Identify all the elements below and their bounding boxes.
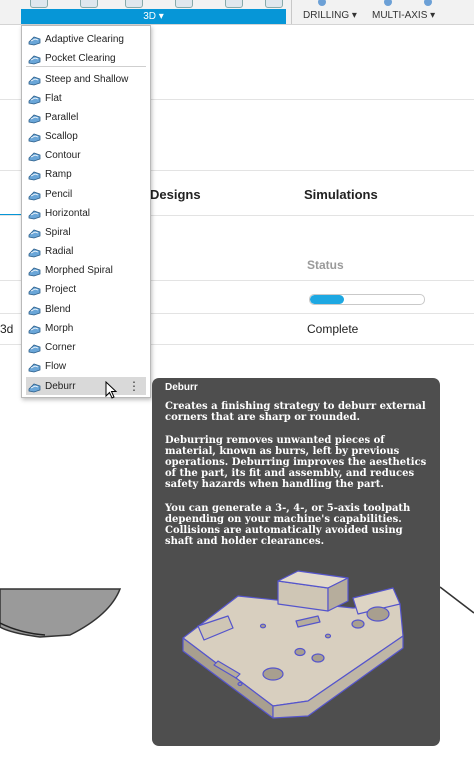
horizontal-icon — [28, 210, 41, 219]
viewport-model-fragment — [0, 588, 122, 638]
menu-item-deburr[interactable]: Deburr ⋮ — [26, 377, 146, 395]
menu-item-label: Pencil — [45, 188, 73, 200]
menu-item-label: Ramp — [45, 168, 72, 180]
menu-item-spiral[interactable]: Spiral — [26, 223, 146, 241]
adaptive-clearing-icon — [28, 36, 41, 45]
pocket-clearing-icon — [28, 55, 41, 64]
milling-3d-menu: Adaptive Clearing Pocket Clearing Steep an… — [21, 25, 151, 398]
tooltip-description: Creates a finishing strategy to deburr e… — [165, 401, 426, 423]
progress-fill — [310, 295, 345, 304]
deburr-tooltip: Deburr Creates a finishing strategy to d… — [152, 378, 440, 746]
menu-item-parallel[interactable]: Parallel — [26, 108, 146, 126]
menu-item-label: Adaptive Clearing — [45, 33, 124, 45]
status-value: Complete — [307, 322, 359, 336]
radial-icon — [28, 248, 41, 257]
menu-item-horizontal[interactable]: Horizontal — [26, 204, 146, 222]
menu-item-corner[interactable]: Corner — [26, 338, 146, 356]
deburr-icon — [28, 383, 41, 392]
menu-item-radial[interactable]: Radial — [26, 242, 146, 260]
menu-item-label: Flow — [45, 360, 67, 372]
flat-icon — [28, 95, 41, 104]
tooltip-capabilities: You can generate a 3-, 4-, or 5-axis too… — [165, 503, 411, 547]
menu-item-label: Steep and Shallow — [45, 73, 129, 85]
tab-designs[interactable]: Designs — [150, 187, 201, 202]
menu-item-adaptive-clearing[interactable]: Adaptive Clearing — [26, 30, 146, 48]
menu-item-scallop[interactable]: Scallop — [26, 127, 146, 145]
menu-item-label: Pocket Clearing — [45, 52, 116, 64]
menu-item-label: Scallop — [45, 130, 78, 142]
status-header: Status — [307, 258, 344, 272]
morphed-spiral-icon — [28, 267, 41, 276]
toolbar-tool-icon[interactable] — [80, 0, 98, 8]
tab-3d[interactable]: 3D ▾ — [21, 9, 286, 24]
steep-and-shallow-icon — [28, 76, 41, 85]
menu-item-steep-and-shallow[interactable]: Steep and Shallow — [26, 70, 146, 88]
menu-item-contour[interactable]: Contour — [26, 146, 146, 164]
menu-item-blend[interactable]: Blend — [26, 300, 146, 318]
menu-item-label: Contour — [45, 149, 81, 161]
progress-bar — [309, 294, 425, 305]
scallop-icon — [28, 133, 41, 142]
tab-simulations[interactable]: Simulations — [304, 187, 378, 202]
menu-item-pencil[interactable]: Pencil — [26, 185, 146, 203]
project-icon — [28, 286, 41, 295]
contour-icon — [28, 152, 41, 161]
menu-item-ramp[interactable]: Ramp — [26, 165, 146, 183]
toolbar-tool-icon[interactable] — [175, 0, 193, 8]
corner-icon — [28, 344, 41, 353]
blend-icon — [28, 306, 41, 315]
menu-item-morphed-spiral[interactable]: Morphed Spiral — [26, 261, 146, 279]
multi-axis-dropdown[interactable]: MULTI-AXIS ▾ — [372, 10, 435, 21]
toolbar-icon-row — [25, 0, 285, 8]
tooltip-details: Deburring removes unwanted pieces of mat… — [165, 435, 427, 490]
more-options-icon[interactable]: ⋮ — [128, 379, 140, 393]
menu-item-label: Parallel — [45, 111, 79, 123]
viewport-edge-fragment — [440, 586, 474, 614]
flow-icon — [28, 363, 41, 372]
menu-item-label: Deburr — [45, 380, 76, 392]
toolbar-divider — [291, 0, 292, 24]
menu-item-label: Radial — [45, 245, 74, 257]
menu-item-morph[interactable]: Morph — [26, 319, 146, 337]
menu-item-label: Corner — [45, 341, 76, 353]
menu-item-label: Flat — [45, 92, 62, 104]
menu-item-pocket-clearing[interactable]: Pocket Clearing — [26, 49, 146, 67]
row-name: 3d — [0, 322, 14, 336]
menu-item-label: Blend — [45, 303, 71, 315]
menu-item-label: Project — [45, 283, 77, 295]
morph-icon — [28, 325, 41, 334]
menu-item-label: Morphed Spiral — [45, 264, 113, 276]
menu-item-flow[interactable]: Flow — [26, 357, 146, 375]
multi-axis-icon[interactable] — [384, 0, 392, 6]
tooltip-title: Deburr — [165, 382, 198, 393]
toolbar-tool-icon[interactable] — [30, 0, 48, 8]
spiral-icon — [28, 229, 41, 238]
ramp-icon — [28, 171, 41, 180]
menu-item-flat[interactable]: Flat — [26, 89, 146, 107]
menu-item-label: Horizontal — [45, 207, 91, 219]
menu-item-project[interactable]: Project — [26, 280, 146, 298]
deburr-part-illustration — [182, 570, 404, 719]
toolbar-tool-icon[interactable] — [225, 0, 243, 8]
menu-item-label: Spiral — [45, 226, 71, 238]
pencil-icon — [28, 191, 41, 200]
toolbar-tool-icon[interactable] — [125, 0, 143, 8]
mouse-cursor-icon — [105, 381, 118, 399]
toolbar-tool-icon[interactable] — [265, 0, 283, 8]
parallel-icon — [28, 114, 41, 123]
multi-axis-extra-icon[interactable] — [424, 0, 432, 6]
toolbar: 3D ▾ DRILLING ▾ MULTI-AXIS ▾ — [0, 0, 474, 25]
drilling-icon[interactable] — [318, 0, 326, 6]
drilling-dropdown[interactable]: DRILLING ▾ — [303, 10, 357, 21]
menu-item-label: Morph — [45, 322, 74, 334]
